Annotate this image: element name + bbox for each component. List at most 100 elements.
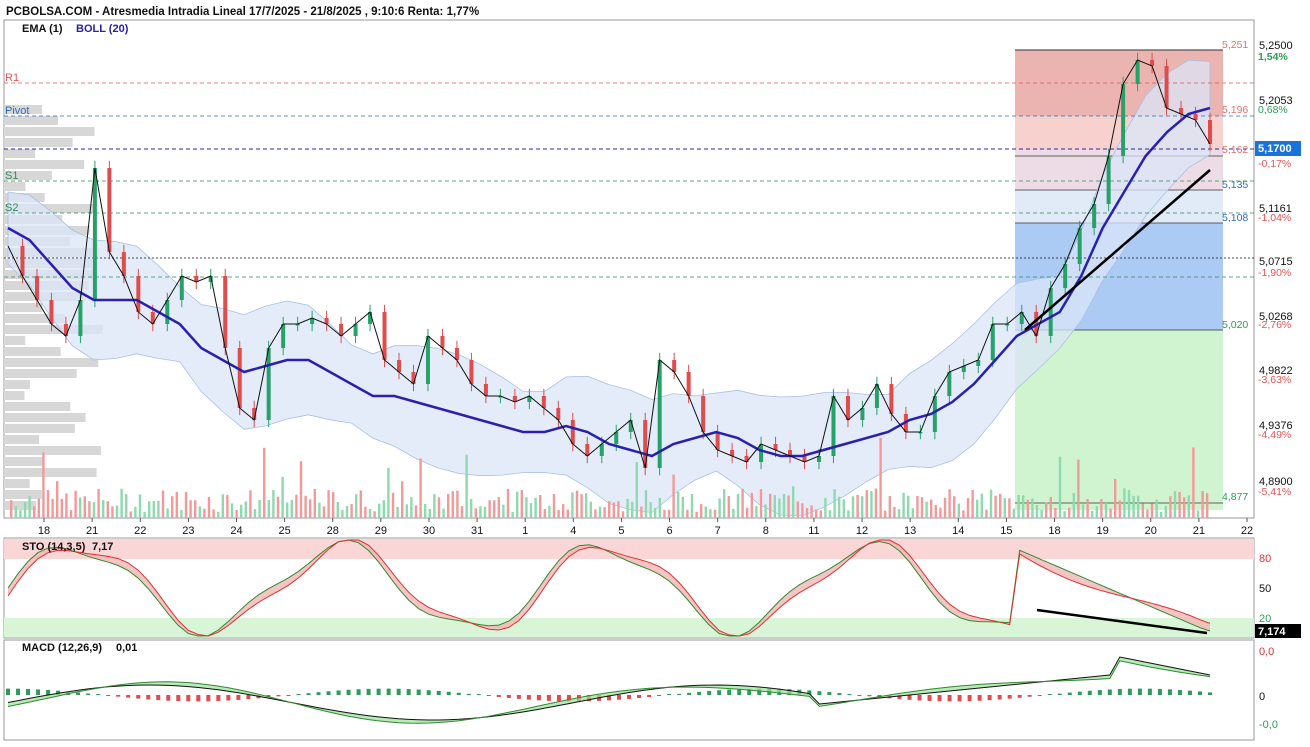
macd-hist-bar: [697, 691, 702, 695]
volume-bar: [327, 490, 330, 518]
volume-bar: [341, 509, 344, 518]
volume-bar: [258, 500, 261, 518]
candle-body: [1208, 120, 1212, 144]
volume-bar: [1109, 508, 1112, 518]
candle-body: [541, 396, 546, 408]
macd-hist-bar: [106, 695, 111, 696]
volume-bar: [378, 503, 381, 518]
volume-bar: [198, 506, 201, 518]
volume-bar: [782, 493, 786, 518]
volume-bar: [447, 493, 450, 518]
fib-pct-5: -1,90%: [1258, 267, 1291, 279]
macd-hist-bar: [1177, 689, 1182, 695]
price-tick: 5,0715: [1259, 256, 1293, 268]
macd-hist-bar: [1017, 695, 1022, 698]
volume-bar: [732, 508, 735, 518]
volume-bar: [414, 505, 418, 518]
volume-bar: [621, 511, 625, 518]
volume-bar: [14, 506, 17, 518]
volume-bar: [1003, 498, 1006, 518]
chart-svg: PCBOLSA.COM - Atresmedia Intradia Lineal…: [0, 0, 1310, 742]
price-tick: 5,1161: [1259, 203, 1292, 215]
volume-bar: [773, 495, 776, 518]
macd-tick-top: 0,0: [1259, 646, 1274, 658]
volume-bar: [299, 461, 303, 518]
volume-bar: [594, 509, 597, 518]
volume-bar: [709, 509, 712, 518]
volume-bar: [79, 497, 82, 518]
volume-profile-bar: [4, 380, 30, 389]
macd-hist-bar: [657, 695, 662, 697]
sto-tick-80: 80: [1259, 553, 1271, 565]
volume-bar: [230, 503, 234, 518]
volume-bar: [483, 506, 487, 518]
x-tick-label: 25: [278, 525, 290, 537]
volume-bar: [746, 507, 749, 518]
volume-bar: [226, 494, 229, 518]
volume-bar: [1146, 509, 1149, 518]
volume-bar: [870, 491, 873, 518]
macd-hist-bar: [76, 692, 81, 695]
macd-hist-bar: [206, 695, 211, 702]
volume-bar: [65, 493, 68, 518]
volume-bar: [534, 497, 537, 518]
sto-tick-20: 20: [1259, 613, 1271, 625]
volume-bar: [999, 493, 1002, 518]
macd-hist-bar: [707, 691, 712, 695]
volume-bar: [617, 501, 620, 518]
x-tick-label: 28: [327, 525, 339, 537]
volume-profile-bar: [4, 402, 71, 411]
volume-bar: [893, 506, 896, 518]
volume-profile-bar: [4, 160, 85, 169]
volume-bar: [97, 489, 100, 518]
macd-hist-bar: [1187, 690, 1192, 695]
x-tick-label: 13: [904, 525, 916, 537]
pivot-label: Pivot: [5, 105, 29, 117]
macd-hist-bar: [1167, 689, 1172, 695]
volume-bar: [1058, 456, 1062, 518]
volume-bar: [833, 489, 836, 518]
volume-bar: [1150, 503, 1154, 518]
volume-bar: [382, 500, 385, 518]
macd-hist-bar: [116, 695, 121, 697]
price-tick: 5,2053: [1259, 95, 1293, 107]
volume-bar: [235, 510, 238, 518]
macd-hist-bar: [977, 695, 982, 701]
candle-body: [78, 300, 83, 336]
volume-bar: [1178, 492, 1181, 518]
volume-bar: [1022, 495, 1025, 518]
volume-bar: [171, 496, 174, 518]
volume-bar: [290, 499, 293, 518]
volume-bar: [690, 494, 694, 518]
volume-bar: [1063, 511, 1066, 518]
macd-hist-bar: [1047, 694, 1052, 695]
macd-hist-bar: [16, 688, 21, 695]
volume-bar: [102, 500, 105, 518]
sto-overbought-zone: [4, 539, 1254, 559]
volume-bar: [755, 506, 758, 518]
volume-bar: [677, 491, 680, 518]
macd-hist-bar: [296, 694, 301, 695]
volume-bar: [994, 495, 997, 518]
macd-hist-bar: [867, 695, 872, 697]
volume-bar: [543, 509, 546, 518]
macd-hist-bar: [857, 695, 862, 696]
candle-body: [179, 276, 184, 300]
macd-hist-bar: [1057, 693, 1062, 695]
x-tick-label: 1: [522, 525, 528, 537]
fib-price-1: 5,196: [1222, 104, 1248, 116]
volume-bar: [1206, 493, 1209, 518]
volume-bar: [56, 481, 59, 518]
macd-hist-bar: [446, 691, 451, 695]
volume-bar: [1201, 491, 1204, 518]
macd-hist-bar: [166, 695, 171, 701]
volume-bar: [161, 490, 165, 518]
candle-body: [266, 348, 271, 420]
candle-body: [715, 432, 720, 450]
volume-bar: [741, 488, 744, 518]
macd-hist-bar: [176, 695, 181, 702]
volume-bar: [801, 503, 804, 518]
candle-body: [397, 360, 402, 372]
macd-hist-bar: [987, 695, 992, 701]
volume-bar: [391, 492, 395, 518]
